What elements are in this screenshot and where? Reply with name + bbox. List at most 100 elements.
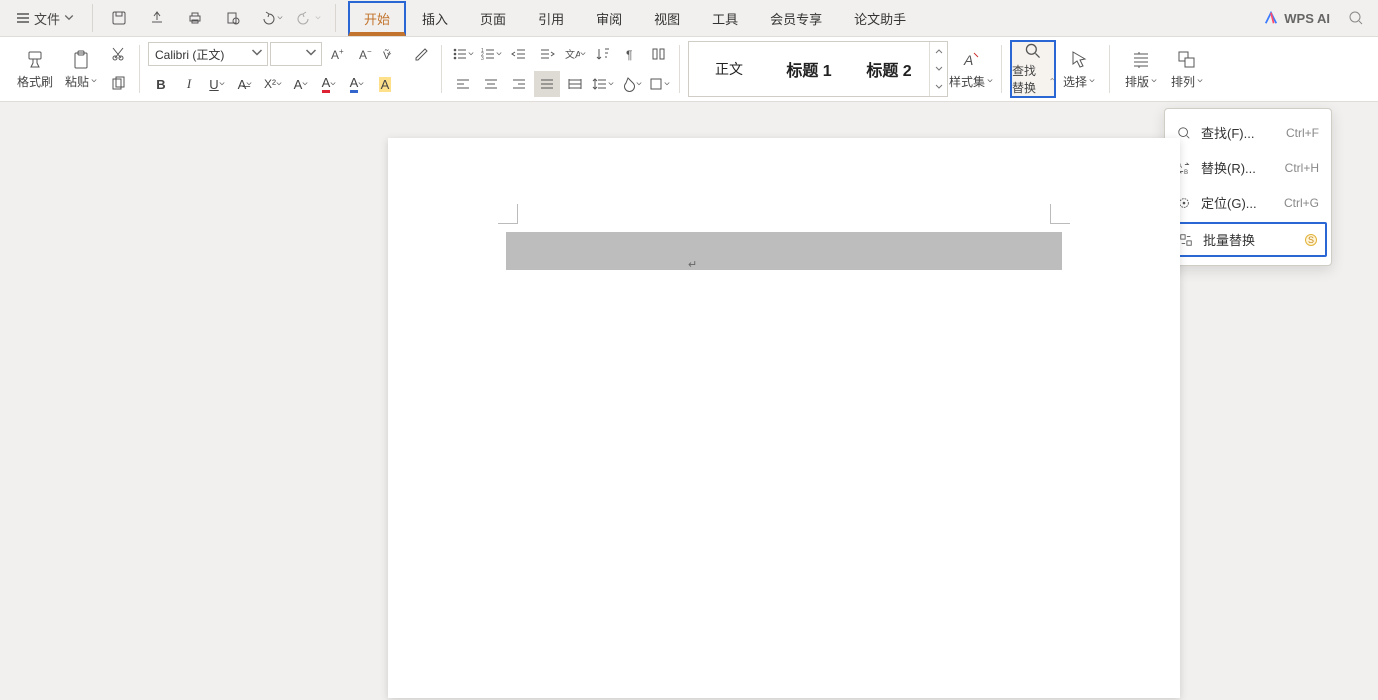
align-justify-button[interactable] [534, 71, 560, 97]
paste-button[interactable]: 粘贴 [58, 40, 104, 98]
decrease-indent-button[interactable] [506, 41, 532, 67]
layout-button[interactable]: 排版 [1118, 40, 1164, 98]
tab-references[interactable]: 引用 [522, 1, 580, 36]
styles-gallery[interactable]: 正文 标题 1 标题 2 [688, 41, 948, 97]
chevron-down-icon [219, 81, 225, 87]
tab-member[interactable]: 会员专享 [754, 1, 838, 36]
text-direction-button[interactable]: 文A [562, 41, 588, 67]
tab-thesis[interactable]: 论文助手 [838, 1, 922, 36]
hamburger-icon [16, 11, 30, 25]
redo-button[interactable] [295, 4, 323, 32]
file-menu[interactable]: 文件 [8, 5, 82, 32]
style-heading2[interactable]: 标题 2 [849, 42, 929, 96]
align-left-button[interactable] [450, 71, 476, 97]
shading-button[interactable] [618, 71, 644, 97]
arrange-button[interactable]: 排列 [1164, 40, 1210, 98]
export-button[interactable] [143, 4, 171, 32]
font-color-button[interactable]: A [316, 71, 342, 97]
font-name-select[interactable]: Calibri (正文) [148, 42, 268, 66]
menu-find[interactable]: 查找(F)... Ctrl+F [1165, 115, 1331, 150]
strikethrough-button[interactable]: A̶ [232, 71, 258, 97]
quick-access-toolbar [92, 4, 336, 32]
format-painter-label: 格式刷 [17, 73, 53, 90]
svg-text:B: B [1184, 169, 1188, 175]
tab-tools[interactable]: 工具 [696, 1, 754, 36]
menu-find-label: 查找(F)... [1201, 123, 1254, 142]
increase-indent-button[interactable] [534, 41, 560, 67]
text-effects-button[interactable]: A [288, 71, 314, 97]
document-page[interactable]: ↵ [388, 138, 1180, 698]
italic-button[interactable]: I [176, 71, 202, 97]
global-search-button[interactable] [1342, 4, 1370, 32]
style-set-button[interactable]: A 样式集 [948, 40, 994, 98]
ribbon: 格式刷 粘贴 Calibri (正文) A+ A− [0, 36, 1378, 102]
chevron-down-icon [468, 51, 474, 57]
chevron-down-icon [246, 81, 252, 87]
group-layout: 排版 排列 [1110, 37, 1218, 101]
print-preview-button[interactable] [219, 4, 247, 32]
font-size-select[interactable] [270, 42, 322, 66]
columns-button[interactable] [646, 41, 672, 67]
styles-scroll[interactable] [929, 42, 947, 96]
wps-ai-label: WPS AI [1284, 11, 1330, 26]
tab-review[interactable]: 审阅 [580, 1, 638, 36]
find-replace-button[interactable]: 查找替换 [1010, 40, 1056, 98]
magnifier-icon [1022, 42, 1044, 60]
bullet-list-button[interactable] [450, 41, 476, 67]
select-label: 选择 [1063, 73, 1087, 90]
tab-insert[interactable]: 插入 [406, 1, 464, 36]
premium-badge-icon: S [1305, 234, 1317, 246]
align-right-button[interactable] [506, 71, 532, 97]
group-font: Calibri (正文) A+ A− Ṽ B I U A̶ X² A A [140, 37, 442, 101]
line-spacing-button[interactable] [590, 71, 616, 97]
layout-icon [1130, 49, 1152, 71]
chevron-down-icon [1197, 78, 1203, 84]
menu-replace-label: 替换(R)... [1201, 158, 1256, 177]
borders-button[interactable] [646, 71, 672, 97]
bold-button[interactable]: B [148, 71, 174, 97]
wps-ai-button[interactable]: WPS AI [1264, 11, 1330, 26]
chevron-down-icon [580, 51, 586, 57]
chevron-down-icon [64, 13, 74, 23]
font-color2-button[interactable]: A [344, 71, 370, 97]
tab-page[interactable]: 页面 [464, 1, 522, 36]
menu-find-shortcut: Ctrl+F [1286, 126, 1319, 140]
distribute-button[interactable] [562, 71, 588, 97]
show-marks-button[interactable]: ¶ [618, 41, 644, 67]
print-button[interactable] [181, 4, 209, 32]
grow-font-button[interactable]: A+ [324, 41, 350, 67]
highlight-button[interactable]: A [372, 71, 398, 97]
menu-replace[interactable]: AB 替换(R)... Ctrl+H [1165, 150, 1331, 185]
underline-button[interactable]: U [204, 71, 230, 97]
menu-goto[interactable]: 定位(G)... Ctrl+G [1165, 185, 1331, 220]
group-clipboard: 格式刷 粘贴 [4, 37, 140, 101]
menu-batch-replace[interactable]: 批量替换 S [1169, 222, 1327, 257]
save-button[interactable] [105, 4, 133, 32]
svg-text:A: A [359, 48, 367, 62]
tab-home[interactable]: 开始 [348, 1, 406, 36]
paste-label: 粘贴 [65, 73, 89, 90]
format-painter-button[interactable]: 格式刷 [12, 40, 58, 98]
undo-button[interactable] [257, 4, 285, 32]
change-case-button[interactable]: Ṽ [380, 41, 406, 67]
clear-format-button[interactable] [408, 41, 434, 67]
group-editing: 查找替换 选择 [1002, 37, 1110, 101]
svg-text:3: 3 [481, 56, 484, 62]
cut-button[interactable] [104, 40, 132, 68]
tab-view[interactable]: 视图 [638, 1, 696, 36]
superscript-button[interactable]: X² [260, 71, 286, 97]
align-center-button[interactable] [478, 71, 504, 97]
style-heading1[interactable]: 标题 1 [769, 42, 849, 96]
svg-text:+: + [339, 47, 344, 56]
copy-button[interactable] [104, 70, 132, 98]
text-selection[interactable] [506, 232, 1062, 270]
margin-corner-tl [498, 204, 518, 224]
chevron-down-icon [276, 81, 282, 87]
sort-button[interactable] [590, 41, 616, 67]
number-list-button[interactable]: 123 [478, 41, 504, 67]
style-normal[interactable]: 正文 [689, 42, 769, 96]
chevron-down-icon [302, 81, 308, 87]
select-button[interactable]: 选择 [1056, 40, 1102, 98]
shrink-font-button[interactable]: A− [352, 41, 378, 67]
menu-bar: 文件 开始 插入 页面 引用 审阅 视图 工具 会员专享 论文助手 WPS AI [0, 0, 1378, 36]
